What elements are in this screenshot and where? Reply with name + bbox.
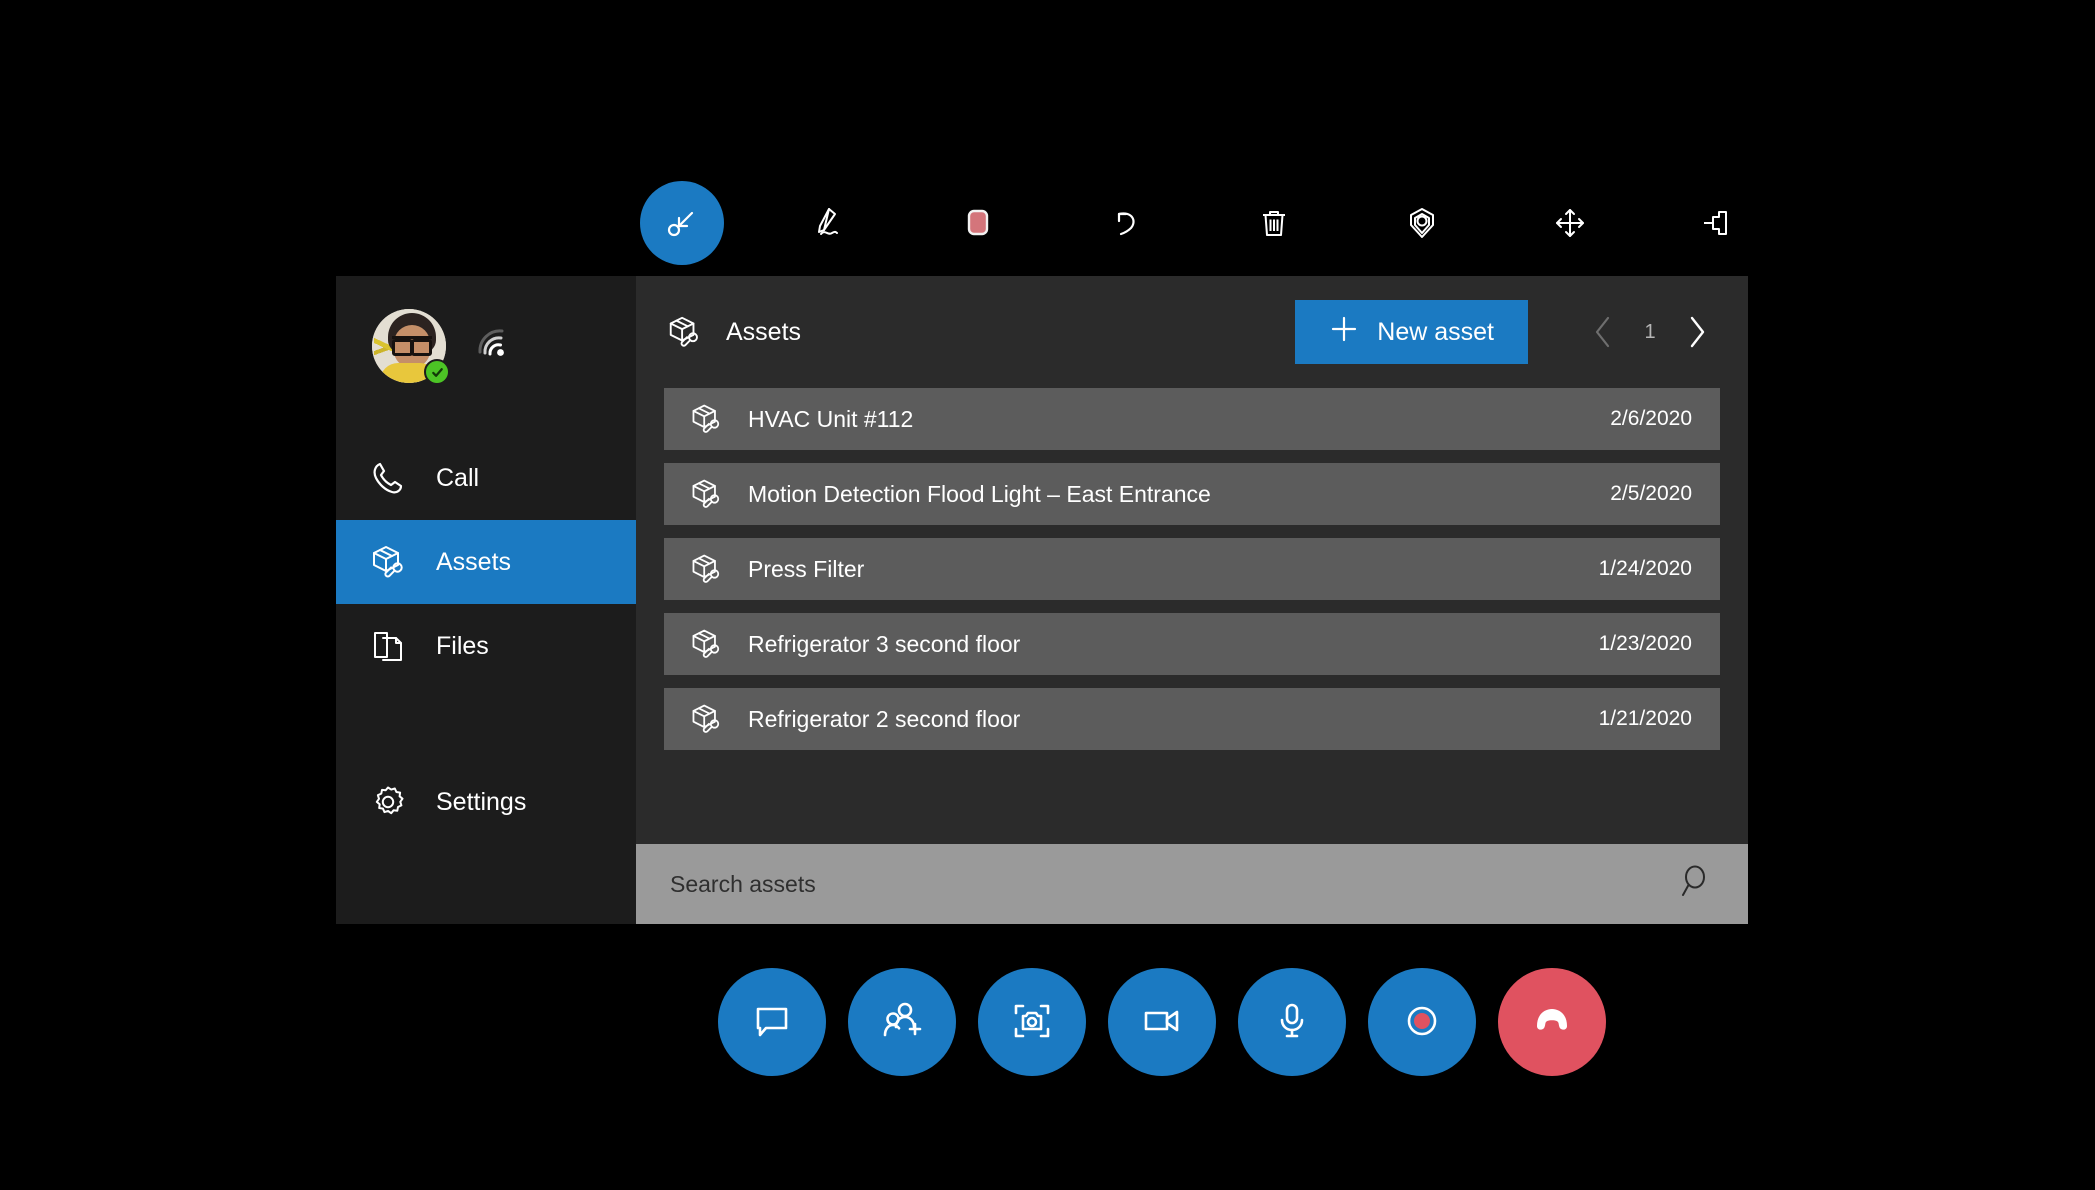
table-row[interactable]: HVAC Unit #112 2/6/2020	[664, 388, 1720, 450]
check-badge-icon	[424, 359, 450, 385]
asset-box-icon	[688, 701, 724, 737]
cursor-select-icon	[662, 203, 702, 243]
trash-icon	[1254, 203, 1294, 243]
gear-icon	[368, 782, 408, 822]
signal-strength-icon	[472, 322, 516, 371]
microphone-icon	[1269, 998, 1315, 1047]
anchor-tool[interactable]	[1380, 181, 1464, 265]
app-window: Call Assets Files Settings Assets New as…	[336, 276, 1748, 924]
asset-date: 1/24/2020	[1598, 557, 1692, 580]
search-icon[interactable]	[1674, 862, 1714, 907]
search-input[interactable]	[670, 870, 1674, 898]
asset-box-icon	[688, 551, 724, 587]
sidebar-item-assets[interactable]: Assets	[336, 520, 636, 604]
sidebar: Call Assets Files Settings	[336, 276, 636, 924]
pen-icon	[810, 203, 850, 243]
call-controls	[718, 968, 1606, 1076]
sidebar-item-call[interactable]: Call	[336, 436, 636, 520]
asset-name: HVAC Unit #112	[748, 405, 914, 432]
record-dot-icon	[1399, 998, 1445, 1047]
pin-tool[interactable]	[1676, 181, 1760, 265]
profile-area	[336, 276, 636, 416]
asset-name: Refrigerator 3 second floor	[748, 630, 1021, 657]
asset-date: 1/23/2020	[1598, 632, 1692, 655]
sidebar-nav: Call Assets Files Settings	[336, 436, 636, 844]
add-person-icon	[879, 998, 925, 1047]
record-button[interactable]	[1368, 968, 1476, 1076]
color-swatch[interactable]	[936, 181, 1020, 265]
page-title: Assets	[726, 317, 802, 346]
add-person-button[interactable]	[848, 968, 956, 1076]
asset-box-icon	[688, 476, 724, 512]
annotation-toolbar	[640, 178, 1760, 268]
pushpin-icon	[1698, 203, 1738, 243]
sidebar-item-label: Call	[436, 463, 480, 492]
pagination: 1	[1586, 310, 1714, 354]
chat-bubble-icon	[749, 998, 795, 1047]
sidebar-item-settings[interactable]: Settings	[336, 760, 636, 844]
color-swatch-icon	[958, 203, 998, 243]
files-icon	[368, 626, 408, 666]
avatar[interactable]	[372, 309, 450, 385]
page-number: 1	[1644, 320, 1656, 343]
select-tool[interactable]	[640, 181, 724, 265]
camera-frame-icon	[1009, 998, 1055, 1047]
asset-name: Press Filter	[748, 555, 865, 582]
chevron-right-icon[interactable]	[1680, 310, 1714, 354]
table-row[interactable]: Refrigerator 2 second floor 1/21/2020	[664, 688, 1720, 750]
undo-icon	[1106, 203, 1146, 243]
chat-button[interactable]	[718, 968, 826, 1076]
asset-date: 1/21/2020	[1598, 707, 1692, 730]
add-asset-button[interactable]: New asset	[1295, 300, 1528, 364]
asset-box-icon	[688, 626, 724, 662]
sidebar-item-label: Files	[436, 631, 489, 660]
search-bar	[636, 844, 1748, 924]
asset-name: Motion Detection Flood Light – East Entr…	[748, 480, 1211, 507]
move-arrows-icon	[1550, 203, 1590, 243]
video-camera-icon	[1139, 998, 1185, 1047]
delete-tool[interactable]	[1232, 181, 1316, 265]
hang-up-icon	[1527, 996, 1577, 1049]
end-call-button[interactable]	[1498, 968, 1606, 1076]
table-row[interactable]: Press Filter 1/24/2020	[664, 538, 1720, 600]
asset-date: 2/5/2020	[1610, 482, 1692, 505]
location-pin-icon	[1402, 203, 1442, 243]
plus-icon	[1329, 314, 1359, 351]
asset-name: Refrigerator 2 second floor	[748, 705, 1021, 732]
content-area: Assets New asset 1 HVAC Unit #112 2/6/20…	[636, 276, 1748, 924]
add-asset-label: New asset	[1377, 317, 1494, 346]
sidebar-item-label: Settings	[436, 787, 527, 816]
chevron-left-icon[interactable]	[1586, 310, 1620, 354]
sidebar-item-label: Assets	[436, 547, 512, 576]
asset-box-icon	[664, 312, 704, 352]
asset-box-icon	[368, 542, 408, 582]
assets-list: HVAC Unit #112 2/6/2020 Motion Detection…	[636, 388, 1748, 750]
mute-button[interactable]	[1238, 968, 1346, 1076]
sidebar-item-files[interactable]: Files	[336, 604, 636, 688]
asset-date: 2/6/2020	[1610, 407, 1692, 430]
undo-tool[interactable]	[1084, 181, 1168, 265]
ink-tool[interactable]	[788, 181, 872, 265]
content-header: Assets New asset 1	[636, 276, 1748, 388]
capture-button[interactable]	[978, 968, 1086, 1076]
asset-box-icon	[688, 401, 724, 437]
table-row[interactable]: Motion Detection Flood Light – East Entr…	[664, 463, 1720, 525]
video-button[interactable]	[1108, 968, 1216, 1076]
move-tool[interactable]	[1528, 181, 1612, 265]
table-row[interactable]: Refrigerator 3 second floor 1/23/2020	[664, 613, 1720, 675]
phone-icon	[368, 458, 408, 498]
app-root: Call Assets Files Settings Assets New as…	[0, 0, 2095, 1190]
